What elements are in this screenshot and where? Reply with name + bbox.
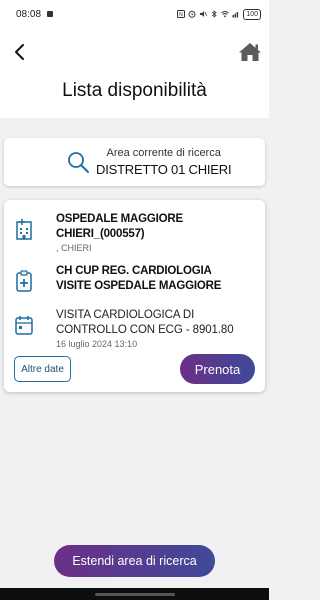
nfc-icon: N	[177, 10, 186, 18]
status-time: 08:08	[16, 8, 42, 20]
back-button[interactable]	[10, 42, 28, 62]
status-left: 08:08	[16, 9, 54, 20]
extend-search-area-button[interactable]: Estendi area di ricerca	[54, 545, 215, 577]
service-line1: CH CUP REG. CARDIOLOGIA	[56, 265, 212, 277]
service-text: CH CUP REG. CARDIOLOGIA VISITE OSPEDALE …	[56, 264, 256, 294]
service-row: CH CUP REG. CARDIOLOGIA VISITE OSPEDALE …	[4, 264, 265, 298]
hospital-building-icon	[16, 219, 32, 240]
hospital-row: OSPEDALE MAGGIORE CHIERI_(000557) , CHIE…	[4, 212, 265, 254]
appointment-row: VISITA CARDIOLOGICA DI CONTROLLO CON ECG…	[4, 308, 265, 352]
other-dates-button[interactable]: Altre date	[14, 356, 71, 382]
status-right: N 100	[177, 8, 261, 20]
signal-icon	[232, 12, 239, 18]
availability-card: OSPEDALE MAGGIORE CHIERI_(000557) , CHIE…	[4, 200, 265, 392]
notification-icon	[47, 11, 54, 17]
alarm-icon	[188, 10, 196, 18]
page-title: Lista disponibilità	[62, 80, 207, 101]
hospital-name-line2: CHIERI_(000557)	[56, 228, 145, 240]
search-area-box[interactable]: Area corrente di ricerca DISTRETTO 01 CH…	[4, 138, 265, 186]
hospital-text: OSPEDALE MAGGIORE CHIERI_(000557) , CHIE…	[56, 212, 256, 254]
clipboard-plus-icon	[16, 270, 32, 292]
battery-indicator: 100	[243, 8, 261, 20]
gesture-handle[interactable]	[95, 593, 175, 596]
appointment-line1: VISITA CARDIOLOGICA DI	[56, 309, 195, 321]
svg-text:N: N	[179, 12, 183, 18]
book-button[interactable]: Prenota	[180, 354, 255, 384]
appointment-line2: CONTROLLO CON ECG - 8901.80	[56, 324, 234, 336]
search-texts: Area corrente di ricerca DISTRETTO 01 CH…	[96, 147, 232, 177]
status-bar: 08:08 N 100	[0, 0, 269, 28]
hospital-city: , CHIERI	[56, 243, 92, 253]
search-icon	[68, 152, 89, 173]
home-icon	[239, 43, 261, 61]
search-icon-wrap	[66, 150, 90, 174]
bluetooth-icon	[212, 10, 217, 18]
wifi-icon	[221, 11, 230, 18]
search-area-value: DISTRETTO 01 CHIERI	[96, 162, 232, 177]
calendar-icon	[15, 316, 33, 335]
service-line2: VISITE OSPEDALE MAGGIORE	[56, 280, 222, 292]
appointment-datetime: 16 luglio 2024 13:10	[56, 339, 138, 349]
hospital-name-line1: OSPEDALE MAGGIORE	[56, 213, 183, 225]
home-button[interactable]	[237, 40, 263, 64]
appointment-text: VISITA CARDIOLOGICA DI CONTROLLO CON ECG…	[56, 308, 256, 350]
search-area-label: Area corrente di ricerca	[106, 147, 221, 159]
chevron-left-icon	[15, 44, 24, 60]
mute-icon	[200, 11, 208, 17]
header: Lista disponibilità	[0, 28, 269, 118]
